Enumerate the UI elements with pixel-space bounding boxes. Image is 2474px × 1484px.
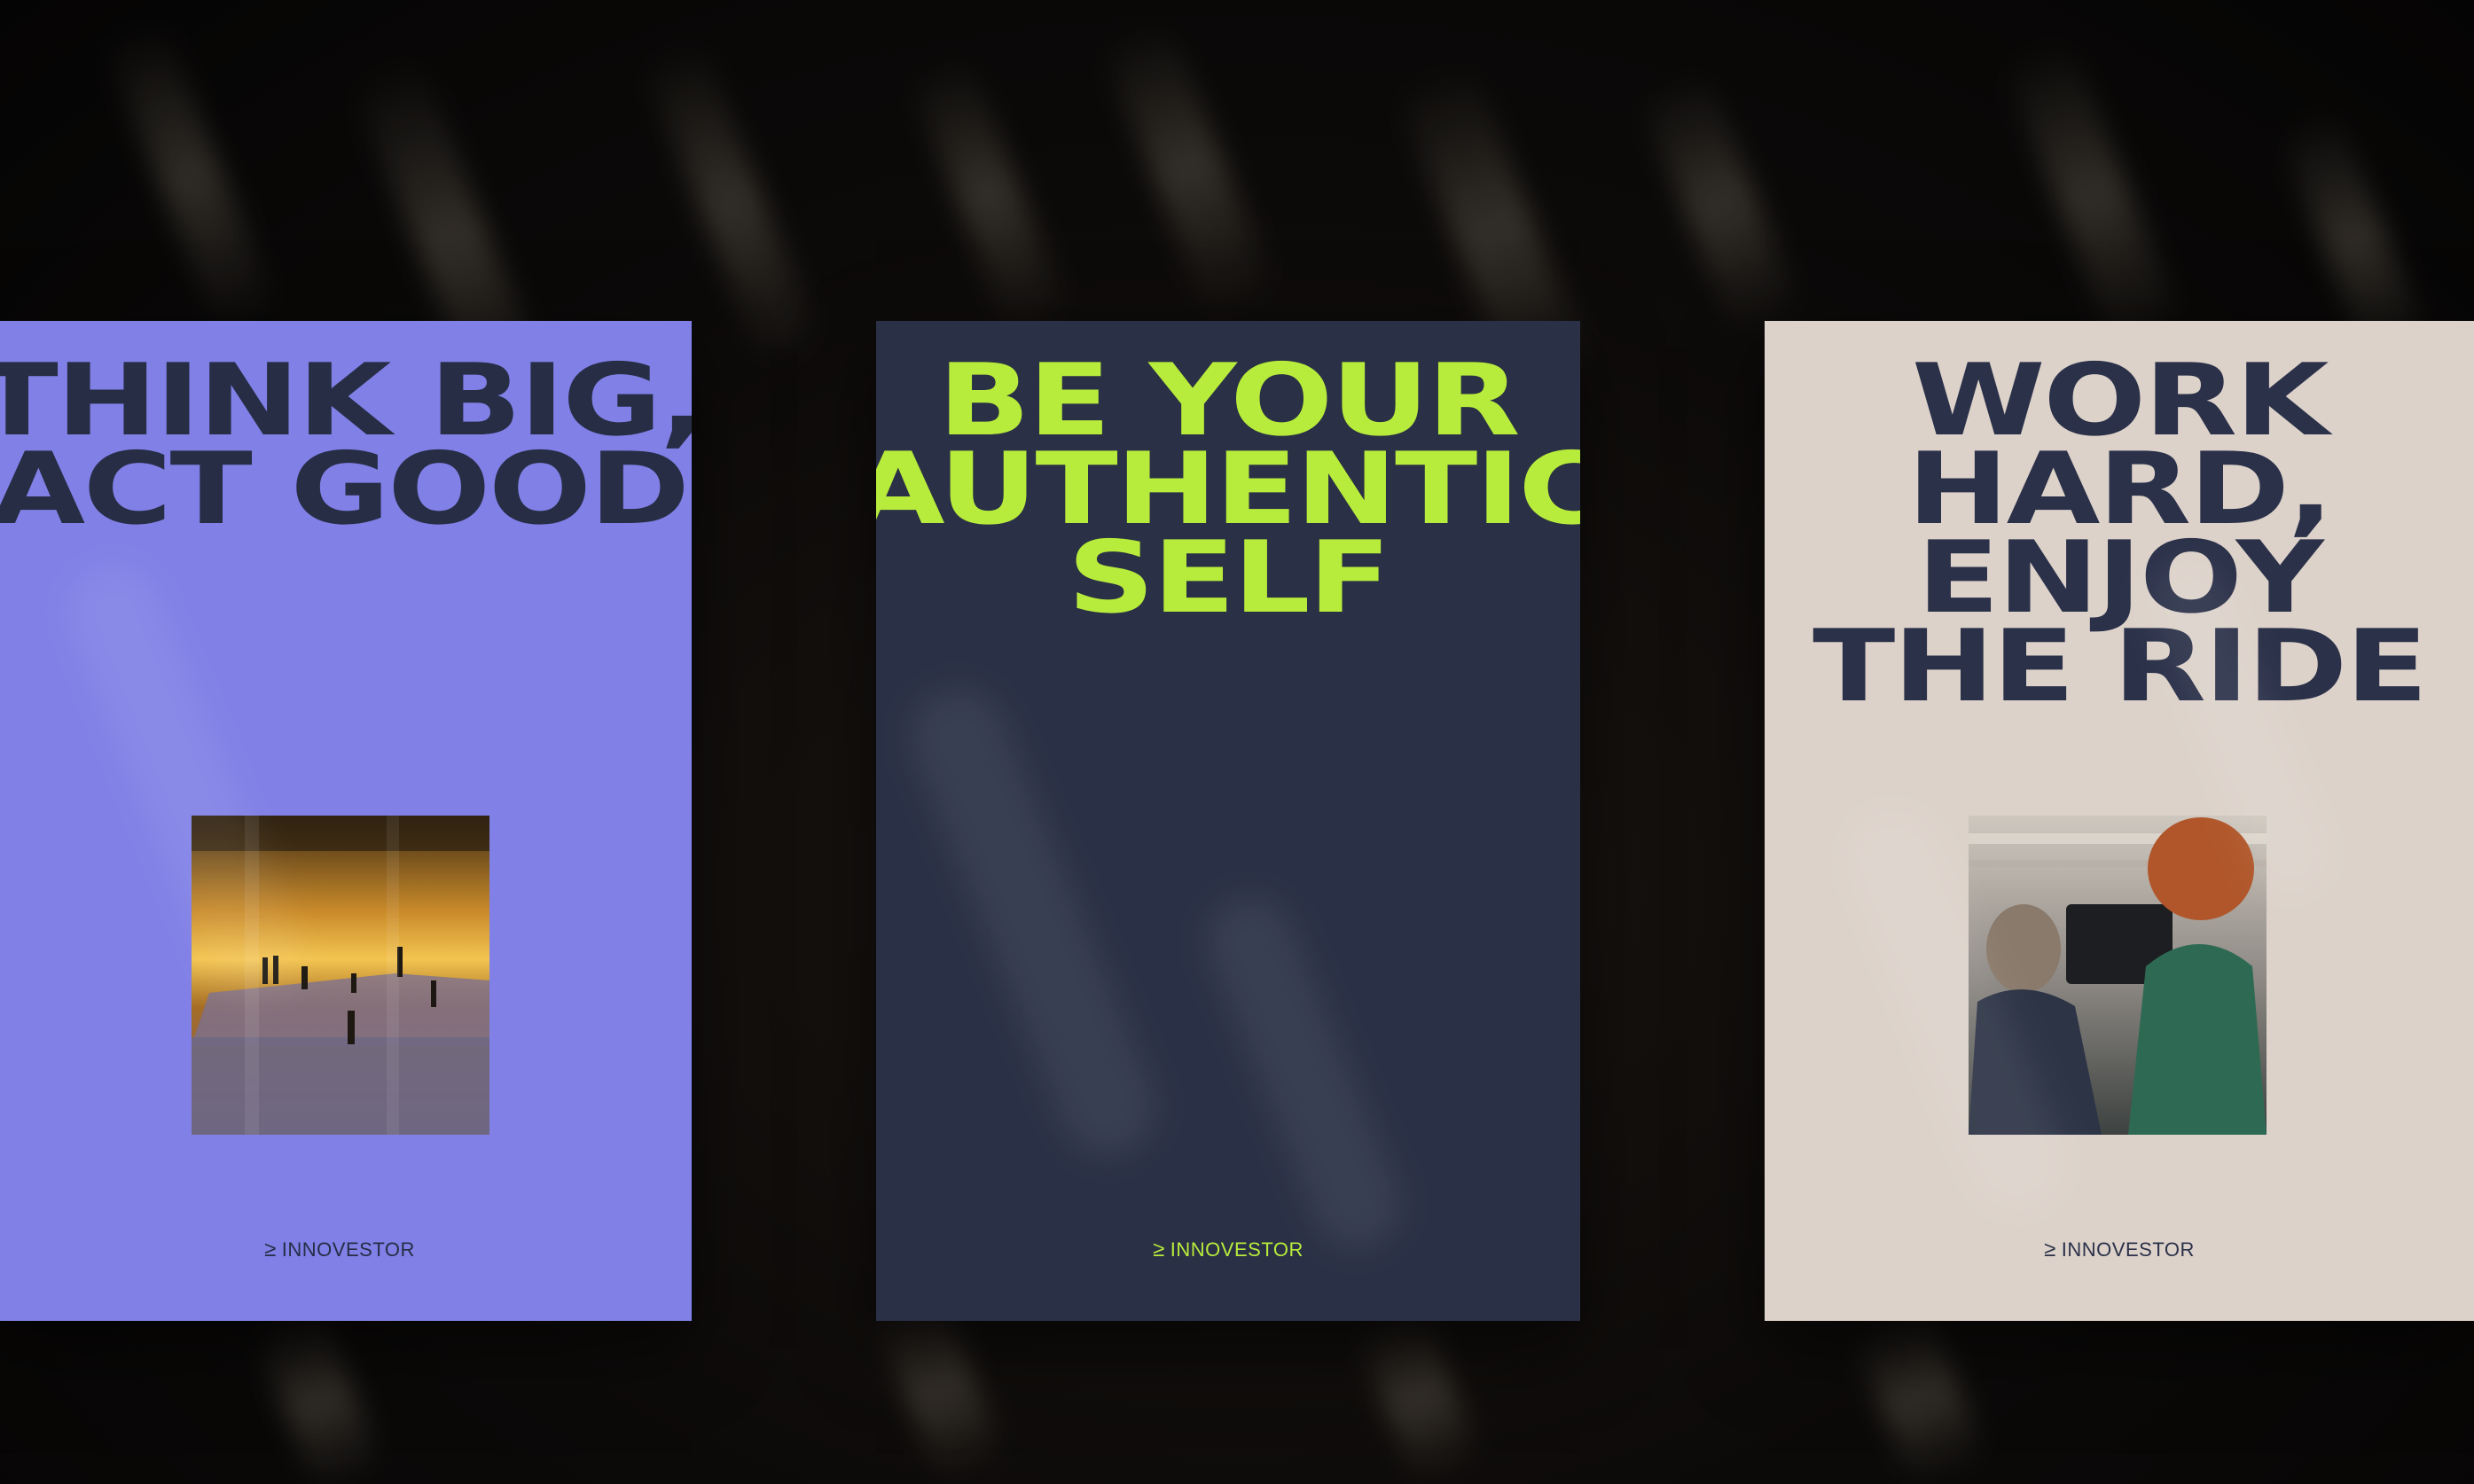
- light-streak: [102, 17, 279, 338]
- brand-name: INNOVESTOR: [1170, 1238, 1304, 1261]
- light-streak: [1099, 15, 1278, 322]
- brand-mark-icon: ≥: [2044, 1238, 2056, 1261]
- light-streak: [253, 1305, 386, 1484]
- brand-mark-icon: ≥: [1153, 1238, 1165, 1261]
- waterfront-photo: [192, 816, 489, 1135]
- brand-logo: ≥ INNOVESTOR: [0, 1238, 692, 1262]
- light-streak: [906, 51, 1071, 339]
- brand-logo: ≥ INNOVESTOR: [876, 1238, 1580, 1262]
- light-streak: [1851, 1303, 1989, 1484]
- poster-headline: WORK HARD, ENJOY THE RIDE: [1765, 351, 2474, 724]
- poster-headline: BE YOUR AUTHENTIC SELF: [876, 351, 1580, 636]
- poster-mockup-scene: THINK BIG, ACT GOOD ≥ INNOVESTOR BE YOUR…: [0, 0, 2474, 1484]
- brand-mark-icon: ≥: [264, 1238, 277, 1261]
- brand-logo: ≥ INNOVESTOR: [1765, 1238, 2474, 1262]
- light-streak: [1354, 1304, 1484, 1484]
- brand-name: INNOVESTOR: [281, 1238, 415, 1261]
- poster-think-big: THINK BIG, ACT GOOD ≥ INNOVESTOR: [0, 321, 692, 1321]
- brand-name: INNOVESTOR: [2061, 1238, 2195, 1261]
- headline-line: ACT GOOD: [0, 432, 690, 547]
- poster-be-your-authentic-self: BE YOUR AUTHENTIC SELF ≥ INNOVESTOR: [876, 321, 1580, 1321]
- light-streak: [1637, 66, 1804, 341]
- poster-work-hard: WORK HARD, ENJOY THE RIDE ≥ INNOVESTOR: [1765, 321, 2474, 1321]
- headline-line: SELF: [1067, 520, 1391, 636]
- poster-headline: THINK BIG, ACT GOOD: [0, 351, 692, 547]
- laptop-people-photo: [1969, 816, 2267, 1135]
- light-streak: [2000, 34, 2186, 356]
- headline-line: THE RIDE: [1812, 609, 2428, 724]
